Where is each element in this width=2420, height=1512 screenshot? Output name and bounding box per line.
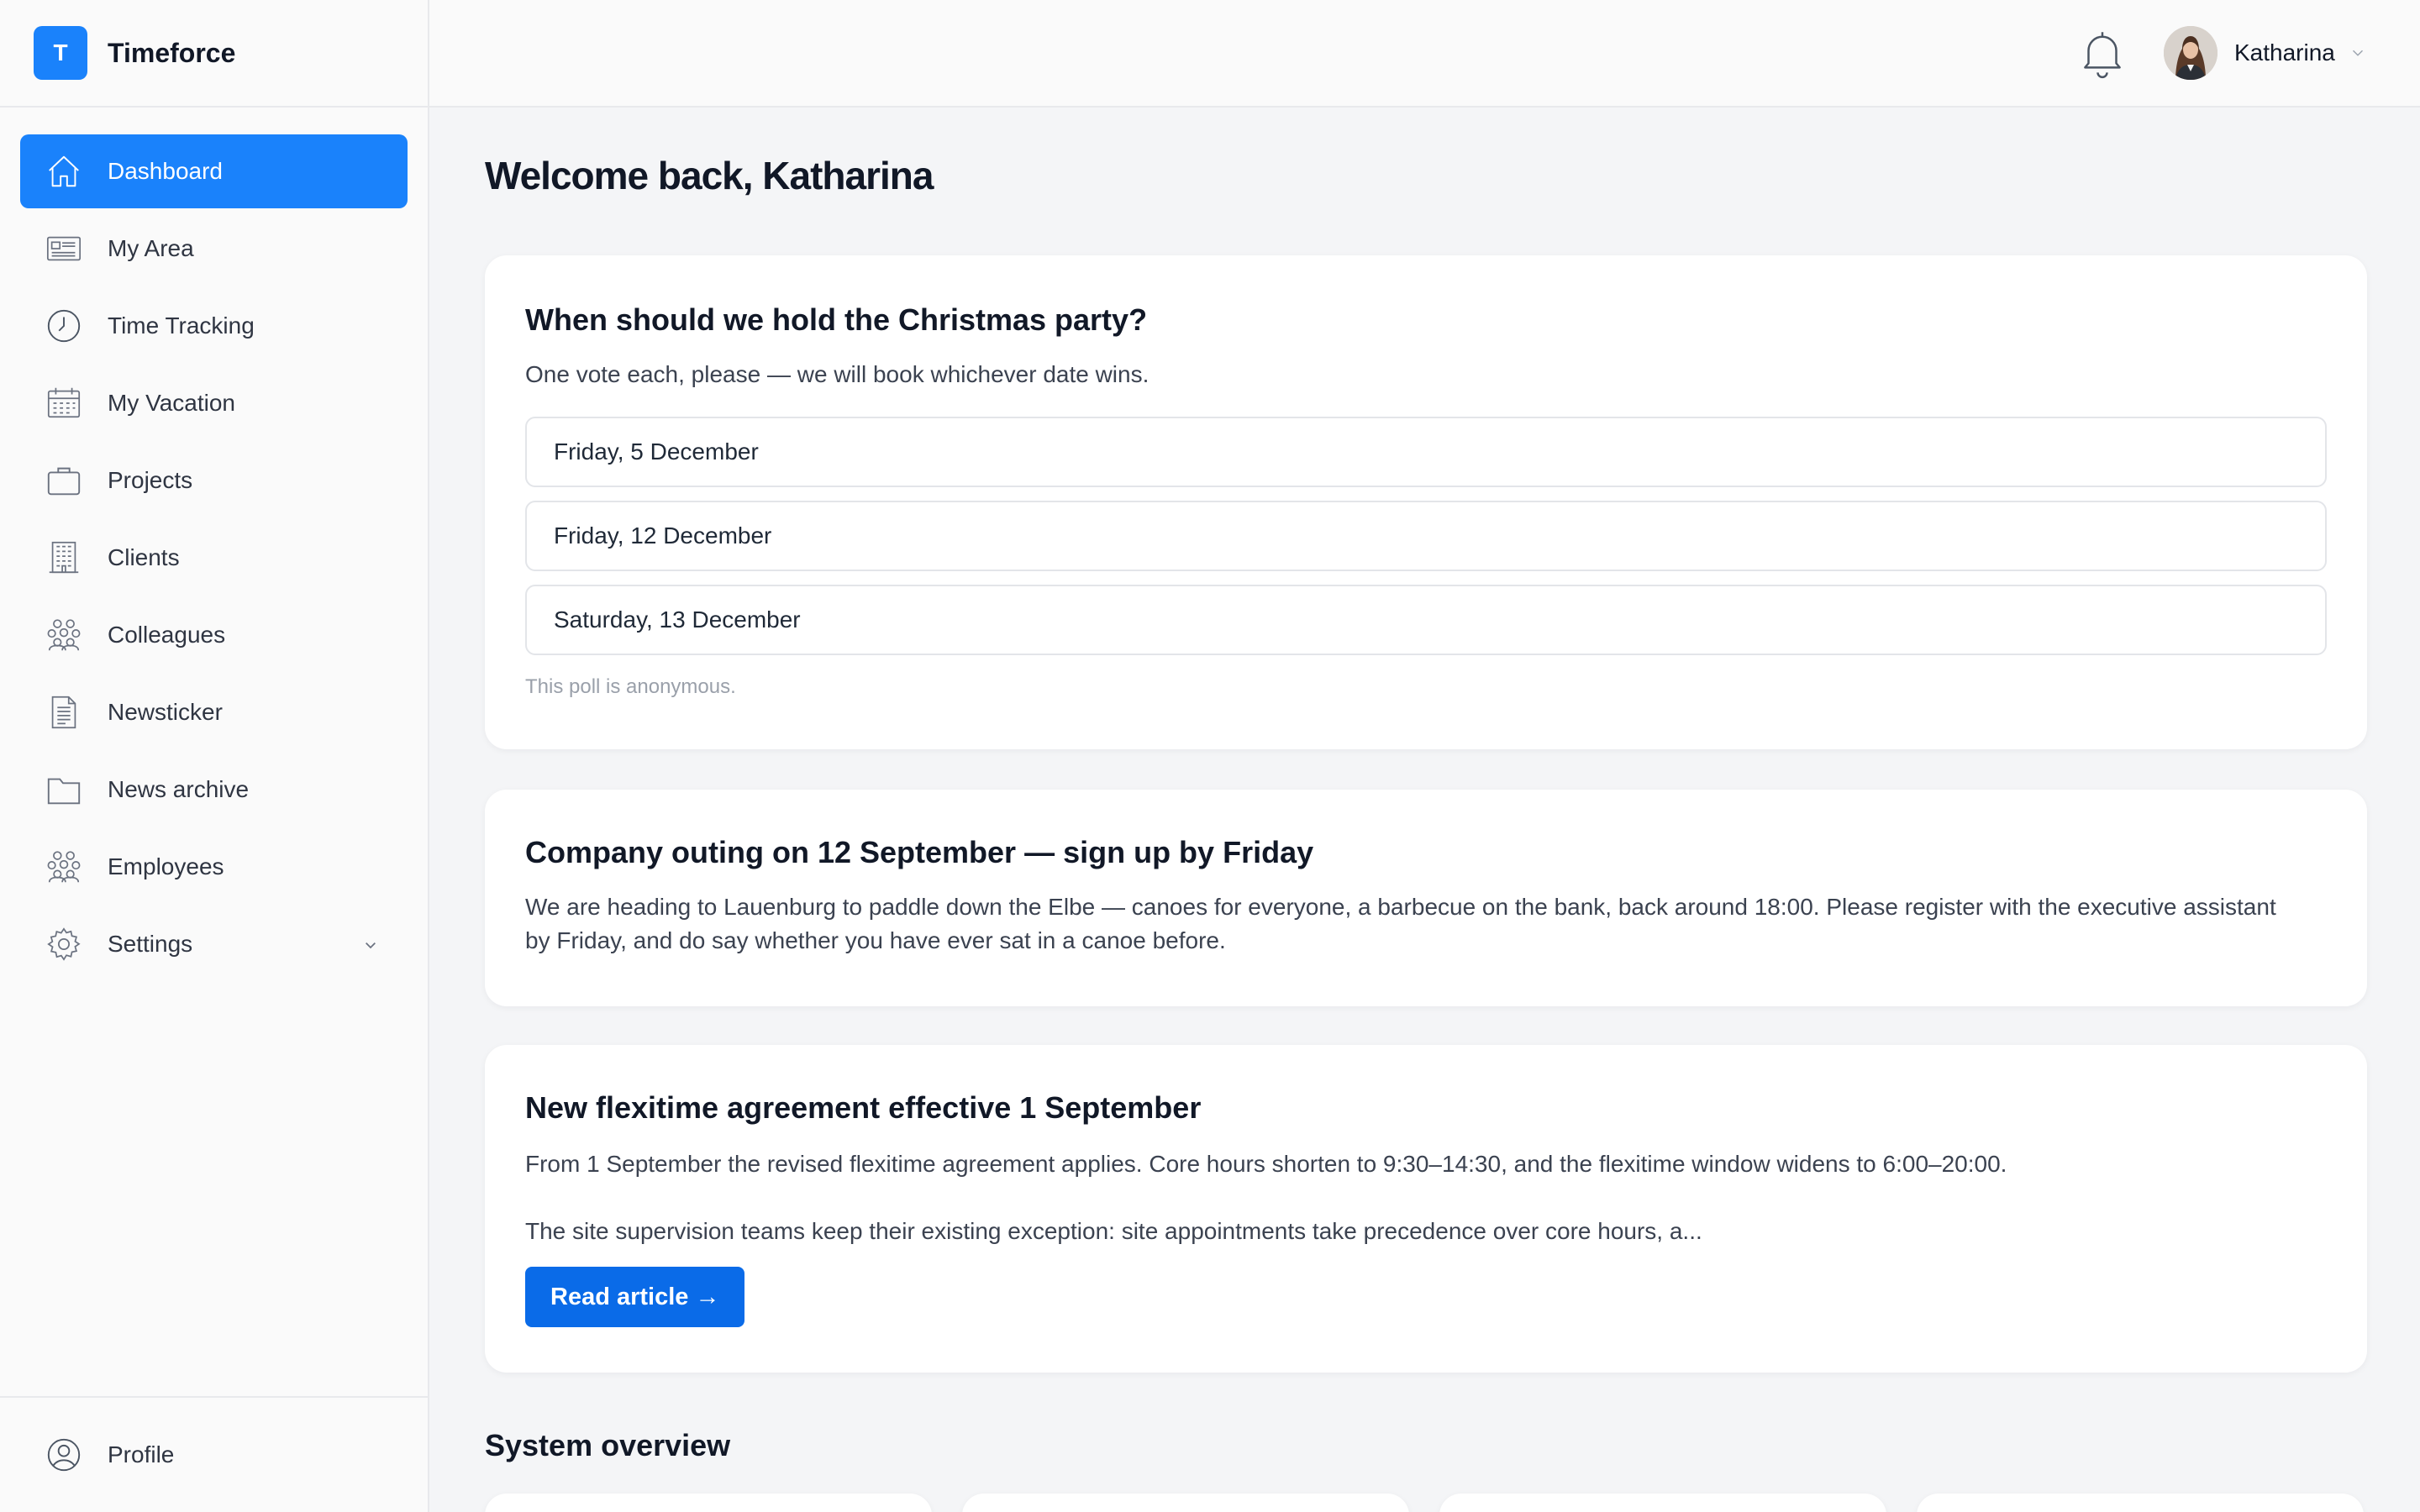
section-title: System overview <box>485 1428 731 1462</box>
poll-card: When should we hold the Christmas party?… <box>485 255 2367 749</box>
sidebar-item-label: Employees <box>108 853 224 879</box>
document-icon <box>44 692 84 732</box>
sidebar-item-settings[interactable]: Settings <box>20 907 408 981</box>
sidebar-item-label: Clients <box>108 544 180 570</box>
poll-note: This poll is anonymous. <box>525 675 736 698</box>
news-title: New flexitime agreement effective 1 Sept… <box>525 1090 1202 1125</box>
news-card-flexitime: New flexitime agreement effective 1 Sept… <box>485 1045 2367 1373</box>
sidebar-item-profile[interactable]: Profile <box>20 1418 408 1492</box>
topbar: Katharina <box>429 0 2420 108</box>
sidebar-nav: Dashboard My Area Time Tracking My Vacat… <box>0 108 428 981</box>
clock-icon <box>44 306 84 346</box>
sidebar-item-label: Profile <box>108 1441 175 1467</box>
overview-card <box>1917 1494 2364 1512</box>
sidebar-item-clients[interactable]: Clients <box>20 521 408 595</box>
user-menu[interactable]: Katharina <box>2164 25 2367 81</box>
sidebar-item-employees[interactable]: Employees <box>20 830 408 904</box>
sidebar-item-label: News archive <box>108 776 250 802</box>
app-name: Timeforce <box>108 37 236 68</box>
user-name: Katharina <box>2234 39 2335 66</box>
poll-option[interactable]: Friday, 12 December <box>525 501 2327 571</box>
overview-card <box>1439 1494 1886 1512</box>
folder-icon <box>44 769 84 810</box>
poll-subtitle: One vote each, please — we will book whi… <box>525 361 1150 387</box>
calendar-icon <box>44 383 84 423</box>
page-title: Welcome back, Katharina <box>485 154 934 197</box>
sidebar-item-dashboard[interactable]: Dashboard <box>20 134 408 208</box>
sidebar-item-my-area[interactable]: My Area <box>20 212 408 286</box>
people-group-icon <box>44 615 84 655</box>
news-body: We are heading to Lauenburg to paddle do… <box>525 894 2276 953</box>
brand[interactable]: T Timeforce <box>0 0 428 108</box>
id-card-icon <box>44 228 84 269</box>
app-logo: T <box>34 26 87 80</box>
sidebar-item-label: Settings <box>108 931 193 957</box>
gear-icon <box>44 924 84 964</box>
bell-icon[interactable] <box>2075 25 2130 81</box>
sidebar-item-label: My Vacation <box>108 390 235 416</box>
sidebar-footer: Profile <box>0 1396 428 1512</box>
poll-option[interactable]: Saturday, 13 December <box>525 585 2327 655</box>
news-title: Company outing on 12 September — sign up… <box>525 835 1314 869</box>
news-card-outing: Company outing on 12 September — sign up… <box>485 790 2367 1006</box>
poll-title: When should we hold the Christmas party? <box>525 302 1148 337</box>
people-group-icon <box>44 847 84 887</box>
sidebar-item-projects[interactable]: Projects <box>20 444 408 517</box>
building-icon <box>44 538 84 578</box>
sidebar-item-news-archive[interactable]: News archive <box>20 753 408 827</box>
chevron-down-icon[interactable] <box>357 931 384 958</box>
overview-card <box>485 1494 932 1512</box>
poll-option[interactable]: Friday, 5 December <box>525 417 2327 487</box>
main-content: Welcome back, Katharina When should we h… <box>485 108 2367 1512</box>
sidebar-item-label: Time Tracking <box>108 312 255 339</box>
avatar <box>2164 26 2217 80</box>
sidebar-item-my-vacation[interactable]: My Vacation <box>20 366 408 440</box>
user-circle-icon <box>44 1435 84 1475</box>
home-icon <box>44 151 84 192</box>
sidebar-item-colleagues[interactable]: Colleagues <box>20 598 408 672</box>
sidebar: T Timeforce Dashboard My Area Time Track… <box>0 0 429 1512</box>
chevron-down-icon[interactable] <box>2349 44 2367 62</box>
sidebar-item-newsticker[interactable]: Newsticker <box>20 675 408 749</box>
poll-options: Friday, 5 December Friday, 12 December S… <box>525 417 2327 655</box>
sidebar-item-label: Projects <box>108 467 193 493</box>
news-body: From 1 September the revised flexitime a… <box>525 1151 2007 1177</box>
sidebar-item-time-tracking[interactable]: Time Tracking <box>20 289 408 363</box>
sidebar-item-label: My Area <box>108 235 194 261</box>
news-body: The site supervision teams keep their ex… <box>525 1218 1702 1244</box>
overview-card <box>962 1494 1409 1512</box>
sidebar-item-label: Dashboard <box>108 158 223 184</box>
briefcase-icon <box>44 460 84 501</box>
read-article-button[interactable]: Read article → <box>525 1267 745 1327</box>
sidebar-item-label: Colleagues <box>108 622 226 648</box>
sidebar-item-label: Newsticker <box>108 699 223 725</box>
